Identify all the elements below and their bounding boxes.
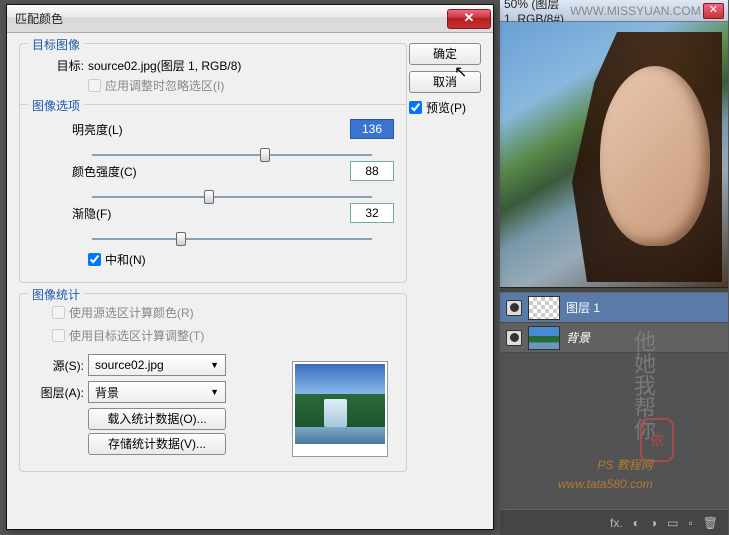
use-target-selection-label: 使用目标选区计算调整(T) (69, 327, 204, 344)
visibility-icon[interactable] (506, 300, 522, 316)
new-layer-icon[interactable]: ▫ (689, 516, 693, 530)
ignore-selection-checkbox[interactable]: 应用调整时忽略选区(I) (88, 77, 394, 94)
intensity-label: 颜色强度(C) (72, 163, 150, 180)
fade-slider[interactable] (92, 237, 372, 241)
luminance-label: 明亮度(L) (72, 121, 150, 138)
close-icon[interactable]: ✕ (703, 3, 724, 19)
fade-input[interactable] (350, 203, 394, 223)
layer-value: 背景 (95, 384, 119, 401)
folder-icon[interactable]: ▭ (667, 516, 678, 530)
visibility-icon[interactable] (506, 330, 522, 346)
preview-checkbox-input[interactable] (409, 101, 422, 114)
preview-label: 预览(P) (426, 99, 466, 116)
trash-icon[interactable]: 🗑 (703, 516, 718, 530)
cancel-button[interactable]: 取消 (409, 71, 481, 93)
use-source-selection-label: 使用源选区计算颜色(R) (69, 304, 194, 321)
source-preview-thumbnail (292, 361, 388, 457)
dialog-titlebar[interactable]: 匹配颜色 ✕ (7, 5, 493, 33)
layer-thumbnail[interactable] (528, 296, 560, 320)
layer-name[interactable]: 背景 (566, 329, 590, 346)
target-image-group: 目标图像 目标: source02.jpg(图层 1, RGB/8) 应用调整时… (19, 43, 407, 283)
composite-photo (500, 22, 728, 287)
fx-icon[interactable]: fx. (610, 516, 623, 530)
layer-name[interactable]: 图层 1 (566, 299, 600, 316)
match-color-dialog: 匹配颜色 ✕ 确定 取消 预览(P) 目标图像 目标: source02.jpg… (6, 4, 494, 530)
chevron-down-icon: ▼ (210, 387, 219, 397)
intensity-slider[interactable] (92, 195, 372, 199)
layers-bottom-toolbar: fx. ◐ ◑ ▭ ▫ 🗑 (500, 509, 728, 535)
target-label: 目标: (32, 57, 88, 74)
intensity-input[interactable] (350, 161, 394, 181)
source-dropdown[interactable]: source02.jpg ▼ (88, 354, 226, 376)
source-value: source02.jpg (95, 358, 164, 372)
layer-row-background[interactable]: 背景 (500, 323, 728, 353)
mask-icon[interactable]: ◐ (633, 516, 640, 530)
group-legend: 图像统计 (28, 286, 84, 303)
save-statistics-button[interactable]: 存储统计数据(V)... (88, 433, 226, 455)
neutralize-checkbox[interactable]: 中和(N) (88, 251, 394, 268)
use-target-selection-input (52, 329, 65, 342)
use-source-selection-input (52, 306, 65, 319)
preview-checkbox[interactable]: 预览(P) (409, 99, 481, 116)
watermark-url-top: WWW.MISSYUAN.COM (570, 4, 701, 18)
target-value: source02.jpg(图层 1, RGB/8) (88, 57, 241, 74)
ignore-selection-input (88, 79, 101, 92)
image-statistics-group: 图像统计 使用源选区计算颜色(R) 使用目标选区计算调整(T) 源(S): so… (19, 293, 407, 472)
layer-thumbnail[interactable] (528, 326, 560, 350)
document-titlebar: 50% (图层 1, RGB/8#) WWW.MISSYUAN.COM ✕ (500, 0, 728, 22)
ignore-selection-label: 应用调整时忽略选区(I) (105, 77, 224, 94)
use-target-selection-checkbox[interactable]: 使用目标选区计算调整(T) (52, 327, 394, 344)
layer-row-layer1[interactable]: 图层 1 (500, 293, 728, 323)
document-canvas[interactable] (500, 22, 728, 287)
adjustment-icon[interactable]: ◑ (650, 516, 657, 530)
layer-dropdown[interactable]: 背景 ▼ (88, 381, 226, 403)
ok-button[interactable]: 确定 (409, 43, 481, 65)
source-label: 源(S): (32, 357, 88, 374)
layer-label: 图层(A): (32, 384, 88, 401)
chevron-down-icon: ▼ (210, 360, 219, 370)
luminance-slider[interactable] (92, 153, 372, 157)
load-statistics-button[interactable]: 载入统计数据(O)... (88, 408, 226, 430)
fade-label: 渐隐(F) (72, 205, 150, 222)
group-legend: 图像选项 (28, 97, 84, 114)
neutralize-label: 中和(N) (105, 251, 146, 268)
close-icon[interactable]: ✕ (447, 9, 491, 29)
use-source-selection-checkbox[interactable]: 使用源选区计算颜色(R) (52, 304, 394, 321)
group-legend: 目标图像 (28, 36, 84, 53)
luminance-input[interactable] (350, 119, 394, 139)
dialog-title: 匹配颜色 (15, 10, 447, 27)
neutralize-input[interactable] (88, 253, 101, 266)
